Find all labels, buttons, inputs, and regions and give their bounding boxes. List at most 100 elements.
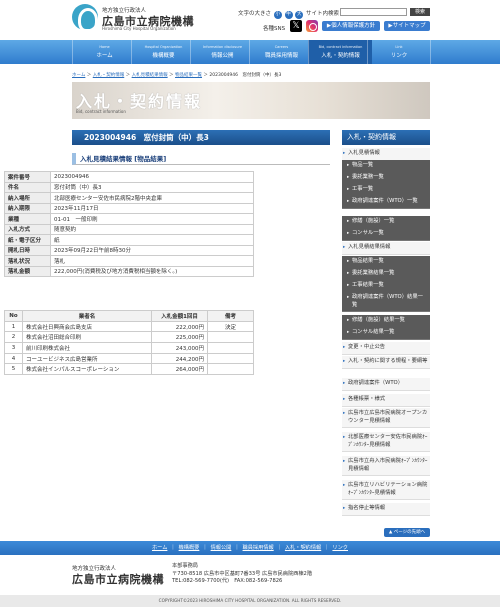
- sidebar-item-asa-open-counter[interactable]: 北部医療センター安佐市民病院ｵｰﾌﾟﾝｶｳﾝﾀｰ見積情報: [342, 432, 430, 452]
- nav-link-label: リンク: [390, 53, 408, 59]
- search-input[interactable]: [340, 8, 407, 16]
- bid-vendor: 株式会社インパルスコーポレーション: [22, 363, 152, 376]
- sidebar-item-regulations[interactable]: 入札・契約に関する規程・要綱等: [342, 356, 430, 369]
- footer-nav-bid-contract[interactable]: 入札・契約情報: [285, 545, 321, 551]
- footer-nav-careers[interactable]: 職員採用情報: [243, 545, 274, 551]
- table-row: 入札方式 随意契約: [4, 223, 254, 235]
- footer-nav-link[interactable]: リンク: [332, 545, 348, 551]
- footer-nav-disclosure[interactable]: 情報公開: [211, 545, 232, 551]
- bid-no: 3: [4, 342, 23, 354]
- bid-no: 1: [4, 320, 23, 333]
- nav-careers-label: 職員採用情報: [264, 53, 298, 59]
- footer-nav-organization[interactable]: 機構概要: [179, 545, 200, 551]
- font-small-button[interactable]: 小: [273, 11, 282, 19]
- bid-note: [207, 331, 254, 344]
- sidebar-item-bid-estimates[interactable]: 入札見積情報: [342, 148, 430, 161]
- sidebar-item-bid-results[interactable]: 入札見積結果情報: [342, 242, 430, 255]
- sidebar-item-goods[interactable]: 物品一覧: [342, 160, 430, 173]
- info-key: 納入場所: [4, 192, 51, 204]
- sidebar-item-suspension[interactable]: 指名停止等情報: [342, 503, 430, 516]
- info-value: 2023年11月17日: [50, 202, 254, 214]
- bid-note: [207, 363, 254, 376]
- sidebar-item-forms[interactable]: 各種帳票・様式: [342, 394, 430, 407]
- sidebar-item-wto-main[interactable]: 政府調達案件（WTO）: [342, 378, 430, 391]
- table-row: 案件番号 2023004946: [4, 171, 254, 183]
- info-value: 落札: [50, 255, 254, 267]
- sidebar-item-wto-results[interactable]: 政府調達案件（WTO）結果一覧: [342, 292, 430, 312]
- bid-no: 4: [4, 352, 23, 365]
- sidebar-item-goods-results[interactable]: 物品結果一覧: [342, 256, 430, 269]
- breadcrumb-bid-results[interactable]: 入札見積結果情報: [132, 73, 168, 78]
- info-key: 落札金額: [4, 265, 51, 277]
- table-row: 1 株式会社日興商会広島支店 222,000円 決定: [4, 320, 254, 333]
- sns-label: 各種SNS: [263, 26, 286, 32]
- site-logo[interactable]: 地方独立行政法人 広島市立病院機構 Hiroshima City Hospita…: [72, 4, 194, 34]
- info-key: 入札方式: [4, 223, 51, 235]
- info-value: 北部医療センター安佐市民病院2階中央倉庫: [50, 192, 254, 204]
- font-medium-button[interactable]: 中: [284, 11, 293, 19]
- info-key: 納入期限: [4, 202, 51, 214]
- breadcrumb-goods-results[interactable]: 物品結果一覧: [175, 73, 202, 78]
- search-button[interactable]: 検索: [410, 8, 430, 16]
- table-row: 紙・電子区分紙: [4, 234, 254, 246]
- nav-careers-en: Careers: [274, 45, 289, 49]
- search-label: サイト内検索: [306, 11, 340, 17]
- privacy-policy-button[interactable]: ▶個人情報保護方針: [322, 21, 380, 31]
- col-vendor: 業者名: [22, 310, 152, 322]
- sidebar-item-repair[interactable]: 修繕（施設）一覧: [342, 216, 430, 229]
- bid-amount: 264,000円: [151, 363, 208, 376]
- sidebar-item-outsourcing-results[interactable]: 委託業務結果一覧: [342, 268, 430, 281]
- sidebar-item-outsourcing[interactable]: 委託業務一覧: [342, 172, 430, 185]
- footer-office: 本部事務局: [172, 563, 198, 569]
- sidebar-item-funairi-open-counter[interactable]: 広島市立舟入市民病院ｵｰﾌﾟﾝｶｳﾝﾀｰ見積情報: [342, 456, 430, 476]
- sidebar-item-consulting-results[interactable]: コンサル結果一覧: [342, 327, 430, 340]
- footer-address-block: 本部事務局 〒730-8518 広島市中区基町7番33号 広島市民病院西棟2階 …: [172, 563, 312, 586]
- case-info-table: 案件番号 2023004946 件名 窓付封筒（中）長3 納入場所 北部医療センター安…: [4, 171, 254, 277]
- instagram-icon[interactable]: [306, 20, 318, 32]
- sidebar-item-rehab-open-counter[interactable]: 広島市立リハビリテーション病院ｵｰﾌﾟﾝｶｳﾝﾀｰ見積情報: [342, 480, 430, 500]
- nav-disclosure-en: Information disclosure: [203, 45, 242, 49]
- breadcrumb-bid-contract[interactable]: 入札・契約情報: [93, 73, 125, 78]
- breadcrumb-home[interactable]: ホーム: [72, 73, 85, 78]
- copyright: COPYRIGHT©2023 HIROSHIMA CITY HOSPITAL O…: [0, 595, 500, 607]
- info-key: 紙・電子区分: [4, 234, 51, 246]
- bid-no: 5: [4, 363, 23, 376]
- breadcrumb: ホーム ＞ 入札・契約情報 ＞ 入札見積結果情報 ＞ 物品結果一覧 ＞ 2023…: [72, 73, 282, 78]
- bid-note: 決定: [207, 320, 254, 333]
- page-banner: 入札・契約情報 Bid, contract information: [72, 82, 430, 119]
- sidebar-item-changes[interactable]: 変更・中止公告: [342, 342, 430, 355]
- nav-organization[interactable]: Hospital Organization 機構概要: [131, 40, 195, 64]
- sitemap-button[interactable]: ▶サイトマップ: [384, 21, 430, 31]
- table-row: 件名 窓付封筒（中）長3: [4, 181, 254, 193]
- col-amount: 入札金額1回目: [151, 310, 208, 322]
- sidebar-item-wto[interactable]: 政府調達案件（WTO）一覧: [342, 196, 430, 209]
- nav-bid-contract-en: Bid, contract information: [318, 45, 363, 49]
- logo-org-en: Hiroshima City Hospital Organization: [102, 26, 176, 31]
- sidebar-item-hiroshima-open-counter[interactable]: 広島市立広島市民病院オープンカウンター見積情報: [342, 408, 430, 428]
- sidebar-item-consulting[interactable]: コンサル一覧: [342, 228, 430, 241]
- footer-nav: ホーム｜機構概要｜情報公開｜職員採用情報｜入札・契約情報｜リンク: [0, 541, 500, 555]
- table-row: 納入場所 北部医療センター安佐市民病院2階中央倉庫: [4, 192, 254, 204]
- sidebar-item-construction[interactable]: 工事一覧: [342, 184, 430, 197]
- table-row: 5 株式会社インパルスコーポレーション 264,000円: [4, 363, 254, 376]
- nav-careers[interactable]: Careers 職員採用情報: [249, 40, 313, 64]
- nav-organization-en: Hospital Organization: [144, 45, 183, 49]
- sidebar-item-repair-results[interactable]: 修繕（施設）結果一覧: [342, 315, 430, 328]
- sidebar-item-construction-results[interactable]: 工事結果一覧: [342, 280, 430, 293]
- x-twitter-icon[interactable]: 𝕏: [290, 20, 302, 32]
- bid-vendor: コーユービジネス広島営業所: [22, 352, 152, 365]
- nav-link[interactable]: Link リンク: [367, 40, 431, 64]
- page-top-button[interactable]: ▲ ページの先頭へ: [384, 528, 430, 537]
- bid-note: [207, 352, 254, 365]
- footer-phone: TEL:082-569-7700(代) FAX:082-569-7826: [172, 578, 283, 584]
- nav-disclosure[interactable]: Information disclosure 情報公開: [190, 40, 254, 64]
- footer-address: 〒730-8518 広島市中区基町7番33号 広島市民病院西棟2階: [172, 570, 313, 577]
- nav-home[interactable]: Home ホーム: [72, 40, 136, 64]
- info-value: 01-01 一般印刷: [50, 213, 254, 225]
- col-no: No: [4, 310, 23, 322]
- font-large-button[interactable]: 大: [295, 11, 304, 19]
- footer-nav-home[interactable]: ホーム: [152, 545, 167, 551]
- nav-bid-contract[interactable]: Bid, contract information 入札・契約情報: [308, 40, 372, 64]
- info-value: 窓付封筒（中）長3: [50, 181, 254, 193]
- info-value: 222,000円(消費税及び地方消費税相当額を除く。): [50, 265, 254, 277]
